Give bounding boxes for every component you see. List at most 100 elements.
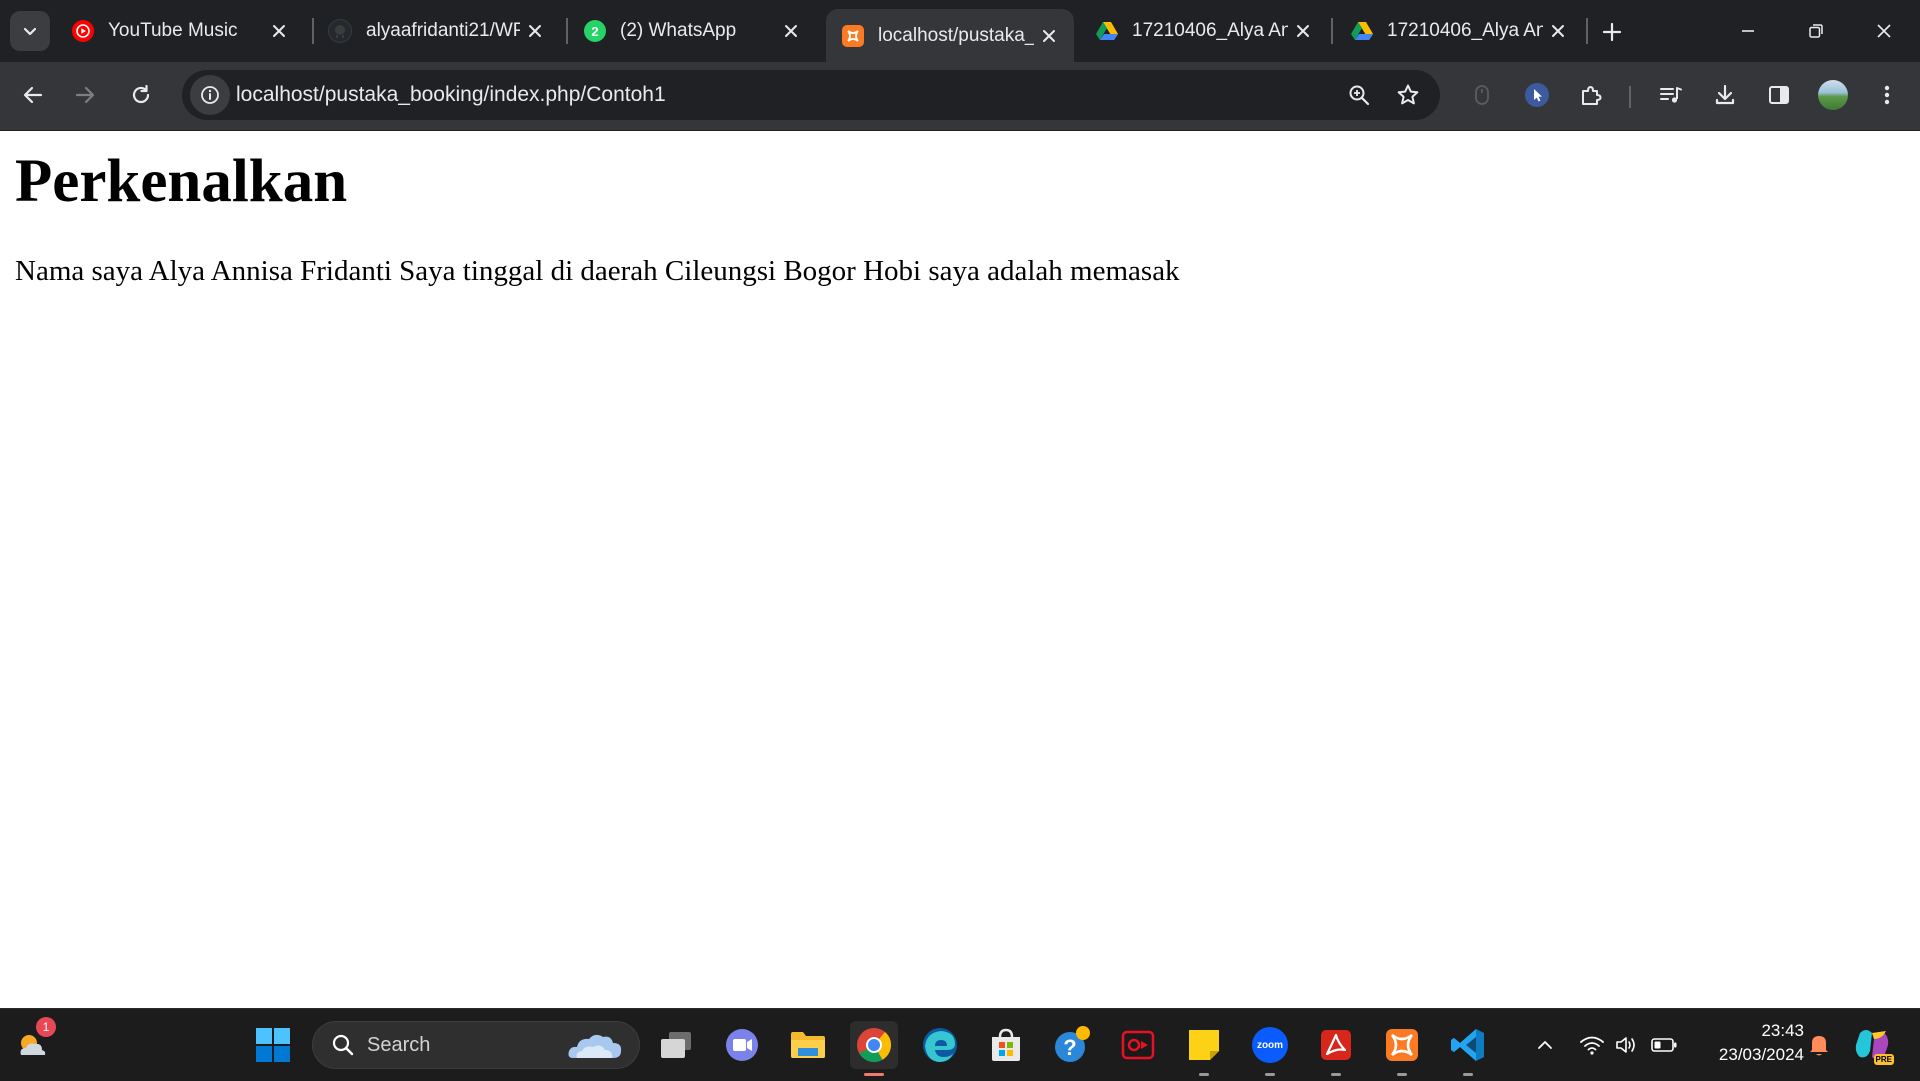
restore-icon [1809,24,1823,38]
tab-youtube-music[interactable]: YouTube Music [56,9,304,53]
reload-button[interactable] [120,74,162,116]
tab-label: (2) WhatsApp [620,20,737,41]
folder-icon [791,1032,825,1058]
minimize-button[interactable] [1714,0,1782,62]
edge-button[interactable] [916,1021,964,1069]
whatsapp-icon: 2 [584,20,606,42]
close-icon [1877,24,1891,38]
bookmark-button[interactable] [1387,74,1429,116]
task-view-button[interactable] [652,1021,700,1069]
tab-google-drive-2[interactable]: 17210406_Alya Annisa [1335,9,1583,53]
page-content: Perkenalkan Nama saya Alya Annisa Fridan… [0,131,1920,1008]
zoom-app-button[interactable]: zoom [1246,1021,1294,1076]
task-view-icon [661,1032,691,1058]
tab-label: 17210406_Alya Annisa [1132,20,1288,41]
weather-widget[interactable]: 1 [8,1017,56,1069]
plus-icon [1602,22,1622,42]
sticky-notes-icon [1189,1030,1219,1060]
microsoft-store-button[interactable] [982,1021,1030,1069]
avatar [1818,80,1848,110]
show-hidden-icons-button[interactable] [1527,1025,1563,1065]
close-tab-icon[interactable] [776,16,806,46]
new-tab-button[interactable] [1594,14,1630,50]
xampp-icon [1386,1029,1418,1061]
downloads-button[interactable] [1704,74,1746,116]
side-panel-button[interactable] [1758,74,1800,116]
restore-button[interactable] [1782,0,1850,62]
sticky-notes-button[interactable] [1180,1021,1228,1076]
title-bar: YouTube Music alyaafridanti21/WPU 2 (2) … [0,0,1920,62]
browser-toolbar: localhost/pustaka_booking/index.php/Cont… [0,62,1920,131]
close-tab-icon[interactable] [1543,16,1573,46]
close-tab-icon[interactable] [264,16,294,46]
extension-mouse-button[interactable] [1461,74,1503,116]
mouse-icon [1475,85,1489,105]
extension-cursor-button[interactable] [1516,74,1558,116]
reload-icon [132,84,150,104]
bell-icon [1810,1036,1828,1056]
edge-icon [923,1028,957,1062]
puzzle-icon [1582,86,1602,105]
zoom-label: zoom [1256,1039,1284,1051]
taskbar-search[interactable]: Search [312,1021,640,1069]
page-heading: Perkenalkan [15,148,348,215]
tab-label: 17210406_Alya Annisa [1387,20,1543,41]
running-indicator [1463,1073,1473,1076]
xampp-icon [842,24,864,47]
clock-time: 23:43 [1761,1021,1804,1040]
address-bar[interactable]: localhost/pustaka_booking/index.php/Cont… [182,70,1440,120]
get-help-button[interactable]: ? [1048,1021,1096,1069]
tab-whatsapp[interactable]: 2 (2) WhatsApp [568,9,816,53]
chevron-up-icon [1538,1041,1552,1049]
back-button[interactable] [12,74,54,116]
help-icon: ? [1055,1026,1090,1062]
notifications-button[interactable] [1801,1025,1837,1065]
chrome-button[interactable] [850,1021,898,1076]
zoom-icon: zoom [1252,1027,1288,1063]
windows-icon [256,1028,290,1062]
vscode-button[interactable] [1444,1021,1492,1076]
forward-button[interactable] [64,74,106,116]
tab-localhost-active[interactable]: localhost/pustaka_ [826,9,1074,62]
youtube-music-icon [72,20,94,42]
xampp-button[interactable] [1378,1021,1426,1076]
close-window-button[interactable] [1850,0,1918,62]
wifi-status[interactable] [1574,1025,1610,1065]
screen-recorder-icon [1121,1030,1155,1060]
system-clock[interactable]: 23:43 23/03/2024 [1694,1019,1804,1067]
google-drive-icon [1351,20,1373,42]
running-indicator [1199,1073,1209,1076]
tab-google-drive-1[interactable]: 17210406_Alya Annisa [1080,9,1328,53]
toolbar-divider [1629,86,1631,108]
intro-paragraph: Nama saya Alya Annisa Fridanti Saya ting… [15,255,1180,287]
extensions-button[interactable] [1570,74,1612,116]
url-text[interactable]: localhost/pustaka_booking/index.php/Cont… [236,83,666,107]
info-icon [201,86,219,104]
tab-search-button[interactable] [10,11,50,51]
taskbar: 1 Search ? zoom 23:43 23/03/2024 PRE [0,1008,1920,1081]
menu-button[interactable] [1866,74,1908,116]
teams-button[interactable] [718,1021,766,1069]
tab-github[interactable]: alyaafridanti21/WPU [312,9,560,53]
screen-recorder-button[interactable] [1114,1021,1162,1069]
acrobat-button[interactable] [1312,1021,1360,1076]
volume-status[interactable] [1608,1025,1644,1065]
profile-button[interactable] [1812,74,1854,116]
download-icon [1715,84,1735,105]
wifi-icon [1580,1036,1604,1055]
zoom-button[interactable] [1338,74,1380,116]
close-tab-icon[interactable] [1288,16,1318,46]
site-info-button[interactable] [190,75,230,115]
copilot-button[interactable]: PRE [1848,1021,1896,1069]
acrobat-icon [1321,1030,1351,1060]
close-tab-icon[interactable] [520,16,550,46]
start-button[interactable] [249,1021,297,1069]
teams-icon [726,1029,758,1061]
battery-status[interactable] [1646,1025,1682,1065]
close-tab-icon[interactable] [1034,21,1064,51]
media-controls-button[interactable] [1650,74,1692,116]
google-drive-icon [1096,20,1118,42]
search-label: Search [367,1034,431,1056]
more-vertical-icon [1884,85,1890,105]
file-explorer-button[interactable] [784,1021,832,1069]
